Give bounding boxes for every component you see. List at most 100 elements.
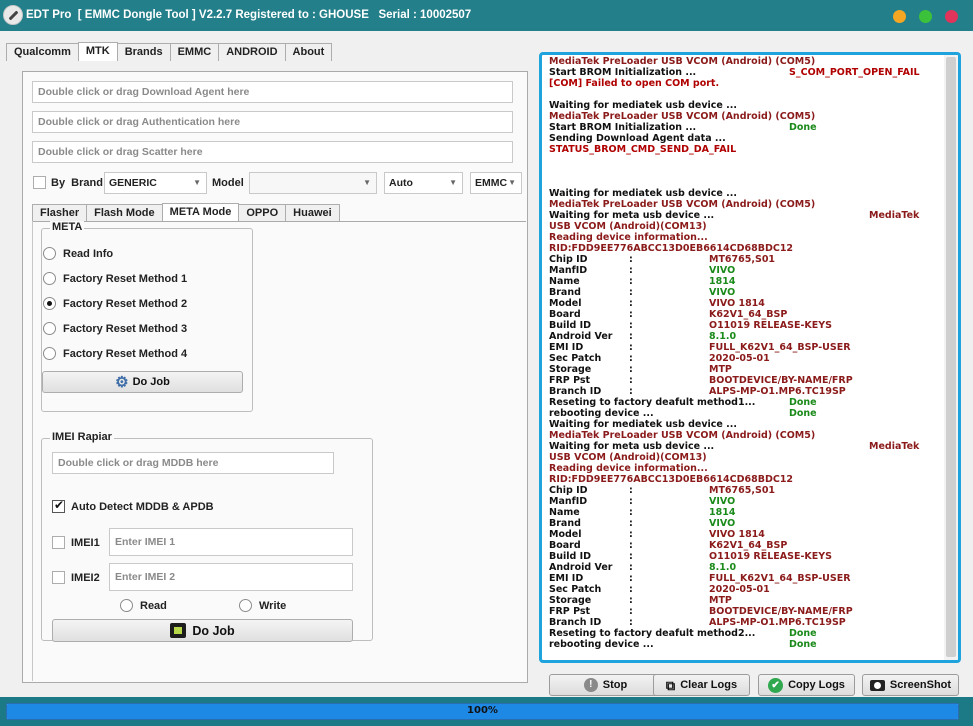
imei2-checkbox[interactable]	[52, 571, 65, 584]
read-info-radio[interactable]	[43, 247, 56, 260]
log-line: Waiting for mediatek usb device ...	[549, 419, 944, 430]
write-radio[interactable]	[239, 599, 252, 612]
log-line: FRP Pst: BOOTDEVICE/BY-NAME/FRP	[549, 606, 944, 617]
close-button[interactable]	[945, 10, 958, 23]
imei1-checkbox[interactable]	[52, 536, 65, 549]
log-text: Start BROM Initialization ...	[549, 122, 697, 133]
log-text: Android Ver	[549, 331, 613, 342]
log-text: Reading device information...	[549, 463, 708, 474]
log-separator: :	[629, 276, 633, 287]
log-separator: :	[629, 353, 633, 364]
tab-flasher[interactable]: Flasher	[32, 204, 88, 222]
log-value: VIVO	[709, 287, 736, 298]
log-status: Done	[789, 408, 817, 419]
auto-detect-checkbox[interactable]	[52, 498, 65, 513]
log-line: Name: 1814	[549, 507, 944, 518]
log-line: Waiting for mediatek usb device ...	[549, 100, 944, 111]
log-lines: MediaTek PreLoader USB VCOM (Android) (C…	[549, 56, 944, 650]
chevron-down-icon: ▼	[193, 178, 201, 187]
log-value: O11019 RELEASE-KEYS	[709, 320, 832, 331]
log-text: Storage	[549, 364, 592, 375]
read-radio[interactable]	[120, 599, 133, 612]
log-scrollbar-thumb[interactable]	[946, 57, 956, 657]
download-agent-input[interactable]: Double click or drag Download Agent here	[32, 81, 513, 103]
camera-icon	[869, 679, 885, 691]
sub-tab-panel-left-edge	[32, 221, 33, 681]
tab-about[interactable]: About	[284, 43, 333, 61]
log-line: Android Ver: 8.1.0	[549, 562, 944, 573]
tab-oppo[interactable]: OPPO	[238, 204, 287, 222]
tab-huawei[interactable]: Huawei	[285, 204, 340, 222]
storage-select[interactable]: EMMC ▼	[470, 172, 522, 194]
log-text: USB VCOM (Android)(COM13)	[549, 221, 707, 232]
tab-brands[interactable]: Brands	[116, 43, 171, 61]
log-value: VIVO 1814	[709, 529, 765, 540]
log-line: Reading device information...	[549, 232, 944, 243]
log-text: RID:FDD9EE776ABCC13D0EB6614CD68BDC12	[549, 474, 794, 485]
factory-reset-1-label: Factory Reset Method 1	[63, 273, 188, 285]
brand-select[interactable]: GENERIC ▼	[104, 172, 207, 194]
log-text: Branch ID	[549, 386, 602, 397]
log-line: Board: K62V1_64_BSP	[549, 540, 944, 551]
log-line: Waiting for meta usb device ... MediaTek	[549, 441, 944, 452]
by-brand-checkbox[interactable]	[33, 176, 46, 189]
tab-android[interactable]: ANDROID	[218, 43, 286, 61]
tab-meta-mode[interactable]: META Mode	[161, 203, 240, 222]
connection-select-value: Auto	[389, 177, 413, 189]
model-select[interactable]: ▼	[249, 172, 377, 194]
minimize-button[interactable]	[893, 10, 906, 23]
copy-logs-label: Copy Logs	[788, 679, 845, 691]
log-line: USB VCOM (Android)(COM13)	[549, 452, 944, 463]
imei-group-title: IMEI Rapiar	[50, 431, 114, 443]
log-value: K62V1_64_BSP	[709, 309, 788, 320]
tab-emmc[interactable]: EMMC	[169, 43, 220, 61]
log-panel[interactable]: MediaTek PreLoader USB VCOM (Android) (C…	[539, 52, 961, 663]
imei1-input[interactable]: Enter IMEI 1	[109, 528, 353, 556]
log-separator: :	[629, 331, 633, 342]
storage-select-value: EMMC	[475, 177, 508, 189]
factory-reset-3-radio[interactable]	[43, 322, 56, 335]
meta-do-job-button[interactable]: ⚙ Do Job	[42, 371, 243, 393]
factory-reset-4-radio[interactable]	[43, 347, 56, 360]
meta-do-job-label: Do Job	[132, 376, 170, 388]
log-line: USB VCOM (Android)(COM13)	[549, 221, 944, 232]
copy-logs-button[interactable]: ✔ Copy Logs	[758, 674, 855, 696]
log-line: EMI ID: FULL_K62V1_64_BSP-USER	[549, 573, 944, 584]
log-text: EMI ID	[549, 573, 584, 584]
maximize-button[interactable]	[919, 10, 932, 23]
mddb-input[interactable]: Double click or drag MDDB here	[52, 452, 334, 474]
factory-reset-2-radio[interactable]	[43, 297, 56, 310]
imei-do-job-button[interactable]: Do Job	[52, 619, 353, 642]
log-text: Sec Patch	[549, 353, 602, 364]
imei2-input[interactable]: Enter IMEI 2	[109, 563, 353, 591]
log-scrollbar[interactable]	[944, 55, 958, 660]
imei1-label: IMEI1	[71, 537, 100, 549]
log-text: Model	[549, 529, 582, 540]
log-text: Name	[549, 276, 580, 287]
log-line: ManfID: VIVO	[549, 265, 944, 276]
stop-button[interactable]: ! Stop	[549, 674, 662, 696]
log-value: 8.1.0	[709, 562, 737, 573]
model-label: Model	[212, 177, 244, 189]
log-value: MT6765,S01	[709, 485, 776, 496]
tab-mtk[interactable]: MTK	[77, 42, 118, 61]
tab-qualcomm[interactable]: Qualcomm	[6, 43, 79, 61]
log-value: K62V1_64_BSP	[709, 540, 788, 551]
connection-select[interactable]: Auto ▼	[384, 172, 463, 194]
log-text: USB VCOM (Android)(COM13)	[549, 452, 707, 463]
read-info-label: Read Info	[63, 248, 114, 260]
log-line: Start BROM Initialization ... Done	[549, 122, 944, 133]
tab-flash-mode[interactable]: Flash Mode	[86, 204, 163, 222]
progress-bar: 100%	[6, 703, 959, 720]
screenshot-label: ScreenShot	[889, 679, 952, 691]
authentication-input[interactable]: Double click or drag Authentication here	[32, 111, 513, 133]
log-text: Brand	[549, 518, 581, 529]
chip-icon	[170, 623, 187, 638]
factory-reset-1-radio[interactable]	[43, 272, 56, 285]
log-separator: :	[629, 518, 633, 529]
log-text: Chip ID	[549, 485, 588, 496]
scatter-input[interactable]: Double click or drag Scatter here	[32, 141, 513, 163]
screenshot-button[interactable]: ScreenShot	[862, 674, 959, 696]
clear-logs-button[interactable]: ⧉ Clear Logs	[653, 674, 750, 696]
log-value: 1814	[709, 507, 736, 518]
